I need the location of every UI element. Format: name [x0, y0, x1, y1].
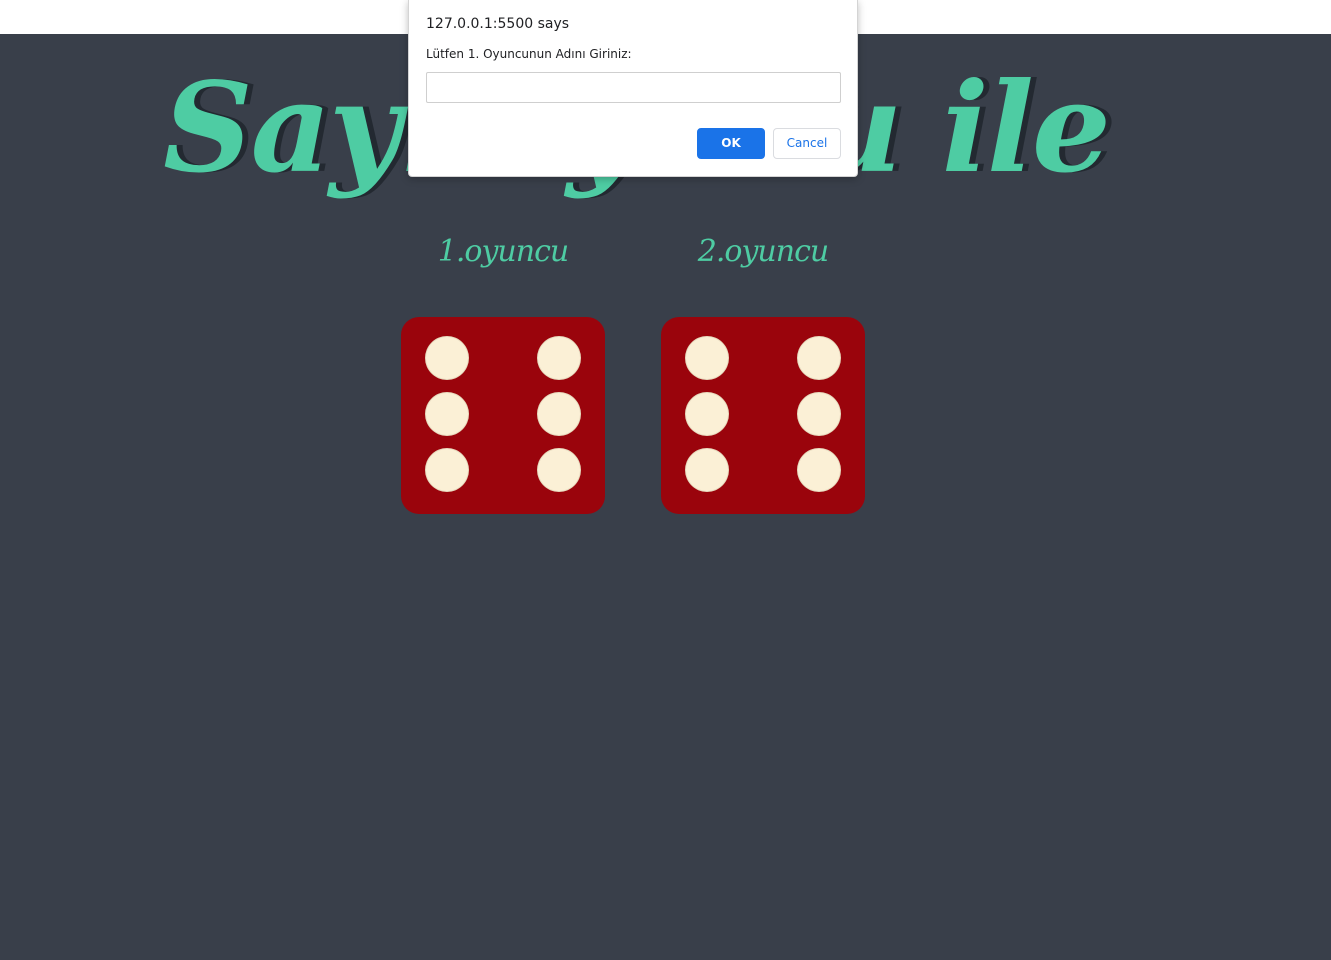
cancel-button[interactable]: Cancel [773, 128, 841, 159]
die-pip [686, 449, 728, 491]
player-1-label: 1.oyuncu [437, 234, 569, 269]
die-pip [798, 337, 840, 379]
die-pip [426, 337, 468, 379]
player-2-die [661, 317, 865, 514]
die-pip [538, 337, 580, 379]
die-pip [426, 393, 468, 435]
die-pip [686, 393, 728, 435]
die-pip [798, 449, 840, 491]
die-pip [426, 449, 468, 491]
player-name-input[interactable] [426, 72, 841, 103]
dialog-origin: 127.0.0.1:5500 says [426, 16, 570, 32]
die-pip [538, 449, 580, 491]
die-pip [686, 337, 728, 379]
player-2-label: 2.oyuncu [697, 234, 829, 269]
dialog-message: Lütfen 1. Oyuncunun Adını Giriniz: [426, 47, 632, 61]
prompt-dialog: 127.0.0.1:5500 says Lütfen 1. Oyuncunun … [408, 0, 858, 177]
ok-button[interactable]: OK [697, 128, 765, 159]
player-1-die [401, 317, 605, 514]
die-pip [538, 393, 580, 435]
die-pip [798, 393, 840, 435]
